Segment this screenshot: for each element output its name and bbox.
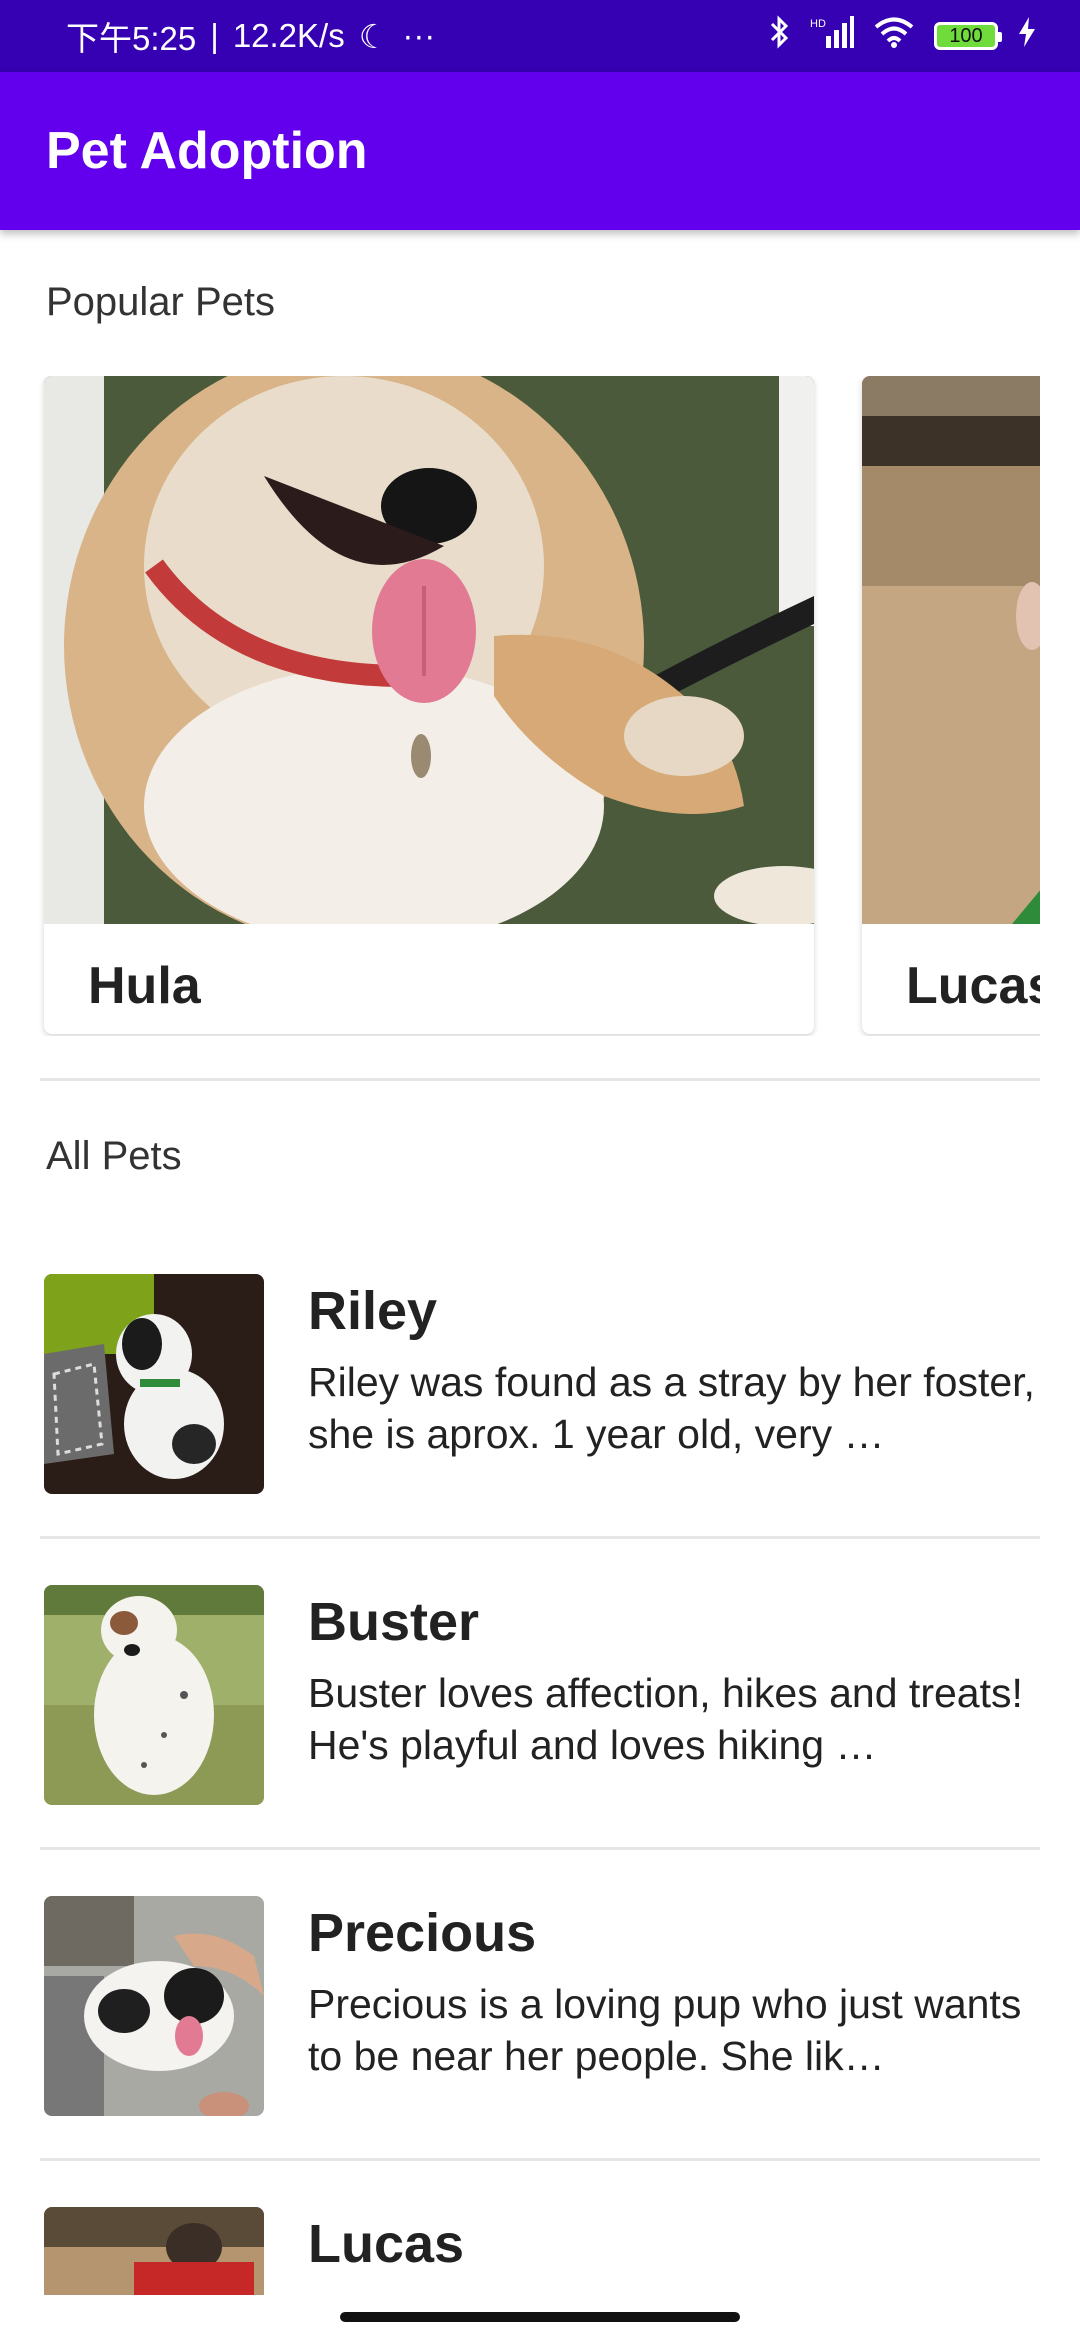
status-left: 下午5:25 | 12.2K/s ☾ ···: [66, 12, 435, 60]
pet-thumbnail-buster: [44, 1585, 264, 1805]
pet-thumbnail-precious: [44, 1896, 264, 2116]
pet-card-lucas[interactable]: Lucas: [862, 376, 1040, 1034]
wifi-icon: [874, 16, 914, 56]
pet-description: Precious is a loving pup who just wants …: [308, 1981, 1022, 2079]
battery-icon: 100: [934, 22, 1002, 50]
app-bar: Pet Adoption: [0, 72, 1080, 230]
pet-thumbnail-riley: [44, 1274, 264, 1494]
gesture-nav-handle[interactable]: [340, 2312, 740, 2322]
popular-pets-title: Popular Pets: [46, 280, 276, 324]
app-title: Pet Adoption: [46, 122, 368, 180]
pet-description: Riley was found as a stray by her foster…: [308, 1359, 1035, 1457]
pet-photo-hula: [44, 376, 814, 924]
moon-icon: ☾: [358, 17, 389, 55]
status-right: HD 100: [768, 15, 1036, 57]
bluetooth-icon: [768, 15, 790, 57]
list-item-lucas[interactable]: Lucas: [0, 2207, 1080, 2295]
pet-name: Buster: [308, 1592, 480, 1652]
network-label: HD: [810, 18, 826, 30]
pet-name: Lucas: [308, 2214, 465, 2274]
pet-thumbnail-lucas: [44, 2207, 264, 2295]
pet-card-name: Lucas: [906, 957, 1040, 1015]
row-divider: [40, 2158, 1040, 2161]
pet-card-hula[interactable]: Hula: [44, 376, 814, 1034]
pet-photo-lucas: [862, 376, 1040, 924]
pet-card-name: Hula: [88, 957, 201, 1015]
status-separator: |: [210, 17, 219, 54]
row-divider: [40, 1536, 1040, 1539]
charging-icon: [1018, 17, 1036, 55]
all-pets-title: All Pets: [46, 1134, 182, 1178]
signal-icon: HD: [810, 16, 854, 56]
status-time: 下午5:25: [66, 20, 197, 57]
status-bar: 下午5:25 | 12.2K/s ☾ ··· HD 100: [0, 0, 1080, 72]
more-icon: ···: [402, 17, 436, 54]
pet-name: Precious: [308, 1903, 537, 1963]
popular-pets-carousel[interactable]: Hula Lucas: [0, 376, 1040, 1036]
row-divider: [40, 1847, 1040, 1850]
pet-description: Buster loves affection, hikes and treats…: [308, 1670, 1023, 1768]
status-speed: 12.2K/s: [232, 17, 345, 54]
pet-name: Riley: [308, 1281, 438, 1341]
section-divider: [40, 1078, 1040, 1081]
